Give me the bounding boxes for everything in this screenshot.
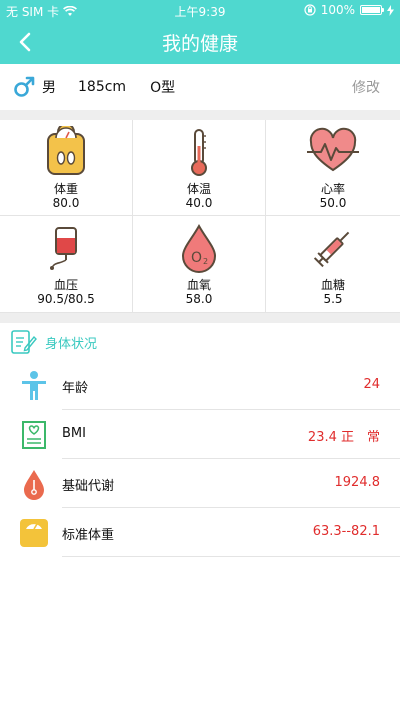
- metric-label: 血糖: [320, 278, 345, 292]
- status-value: 24: [363, 377, 380, 392]
- metric-value: 80.0: [52, 196, 80, 210]
- blood-bag-icon: [50, 227, 77, 270]
- metric-heart-rate[interactable]: 心率 50.0: [266, 120, 400, 216]
- metric-blood-sugar[interactable]: 血糖 5.5: [266, 216, 400, 313]
- svg-text:O: O: [191, 250, 202, 266]
- nav-bar: 我的健康: [0, 20, 400, 64]
- thermometer-icon: [191, 129, 207, 176]
- blood-type-value: O型: [150, 80, 176, 96]
- metric-blood-oxygen[interactable]: O 2 血氧 58.0: [133, 216, 266, 313]
- metric-label: 体重: [53, 182, 78, 196]
- status-name: BMI: [62, 426, 86, 441]
- metric-value: 40.0: [185, 196, 213, 210]
- charging-icon: [387, 4, 394, 16]
- bmi-chart-icon: [22, 421, 46, 449]
- metric-blood-pressure[interactable]: 血压 90.5/80.5: [0, 216, 133, 313]
- metric-value: 50.0: [319, 196, 347, 210]
- scale-icon: [47, 126, 85, 175]
- status-value: 63.3--82.1: [312, 524, 380, 539]
- profile-row: 男 185cm O型 修改: [0, 64, 400, 110]
- separator: [0, 110, 400, 120]
- heart-rate-icon: [307, 127, 359, 172]
- status-row-bmi: BMI 23.4 正 常: [0, 410, 400, 459]
- separator: [0, 313, 400, 323]
- blood-drop-o2-icon: O 2: [181, 223, 217, 273]
- body-status-list: 年龄 24 BMI 23.4 正 常 基础代谢 1924.8 标准体重 63.3…: [0, 361, 400, 557]
- divider: [62, 556, 400, 557]
- battery-percent: 100%: [320, 3, 355, 17]
- status-row-age: 年龄 24: [0, 361, 400, 410]
- status-name: 标准体重: [62, 528, 115, 543]
- syringe-icon: [313, 231, 350, 268]
- metric-value: 5.5: [323, 292, 343, 306]
- orientation-lock-icon: [304, 4, 316, 16]
- svg-text:2: 2: [203, 257, 208, 266]
- metric-label: 血压: [53, 278, 78, 292]
- male-icon: [14, 76, 35, 97]
- battery-icon: [360, 5, 384, 15]
- status-row-metabolism: 基础代谢 1924.8: [0, 459, 400, 508]
- page-title: 我的健康: [161, 33, 238, 55]
- person-icon: [22, 371, 46, 400]
- metric-label: 血氧: [186, 278, 211, 292]
- metabolism-drop-icon: [24, 470, 44, 500]
- metric-label: 体温: [186, 182, 211, 196]
- metric-value: 90.5/80.5: [37, 292, 95, 306]
- status-bar: 无 SIM 卡 上午9:39 100%: [0, 0, 400, 20]
- weight-scale-icon: [20, 519, 48, 547]
- section-title: 身体状况: [45, 336, 98, 352]
- metric-value: 58.0: [185, 292, 213, 306]
- notepad-icon: [11, 330, 37, 354]
- body-status-header: 身体状况: [0, 323, 400, 361]
- gender-value: 男: [42, 80, 56, 96]
- metric-label: 心率: [320, 182, 345, 196]
- status-value: 1924.8: [334, 475, 381, 490]
- metric-temperature[interactable]: 体温 40.0: [133, 120, 266, 216]
- metrics-grid: 体重 80.0 体温 40.0 心率 50.0 血压 90.5/80.5 O 2…: [0, 120, 400, 313]
- height-value: 185cm: [78, 79, 127, 95]
- status-name: 年龄: [62, 381, 89, 396]
- metric-weight[interactable]: 体重 80.0: [0, 120, 133, 216]
- status-name: 基础代谢: [62, 479, 115, 494]
- status-value: 23.4 正 常: [307, 430, 380, 445]
- edit-button[interactable]: 修改: [352, 77, 380, 97]
- status-row-standard-weight: 标准体重 63.3--82.1: [0, 508, 400, 557]
